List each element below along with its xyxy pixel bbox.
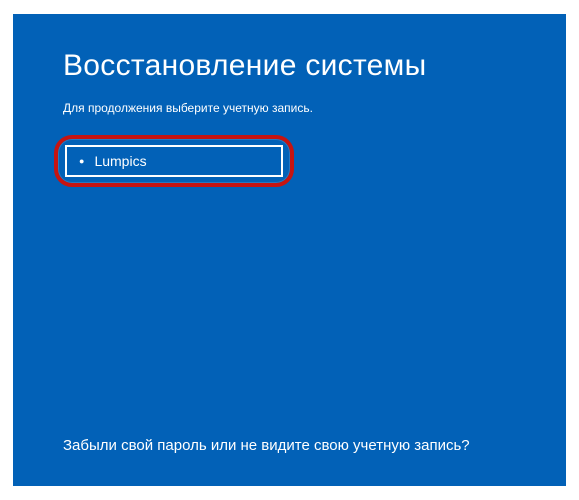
account-item-lumpics[interactable]: ● Lumpics (65, 145, 283, 177)
user-icon: ● (79, 157, 84, 166)
recovery-panel: Восстановление системы Для продолжения в… (13, 14, 566, 486)
page-title: Восстановление системы (63, 49, 516, 83)
instruction-text: Для продолжения выберите учетную запись. (63, 101, 516, 115)
account-highlight-annotation: ● Lumpics (54, 135, 294, 187)
account-name-label: Lumpics (94, 153, 146, 169)
forgot-password-link[interactable]: Забыли свой пароль или не видите свою уч… (63, 437, 470, 454)
